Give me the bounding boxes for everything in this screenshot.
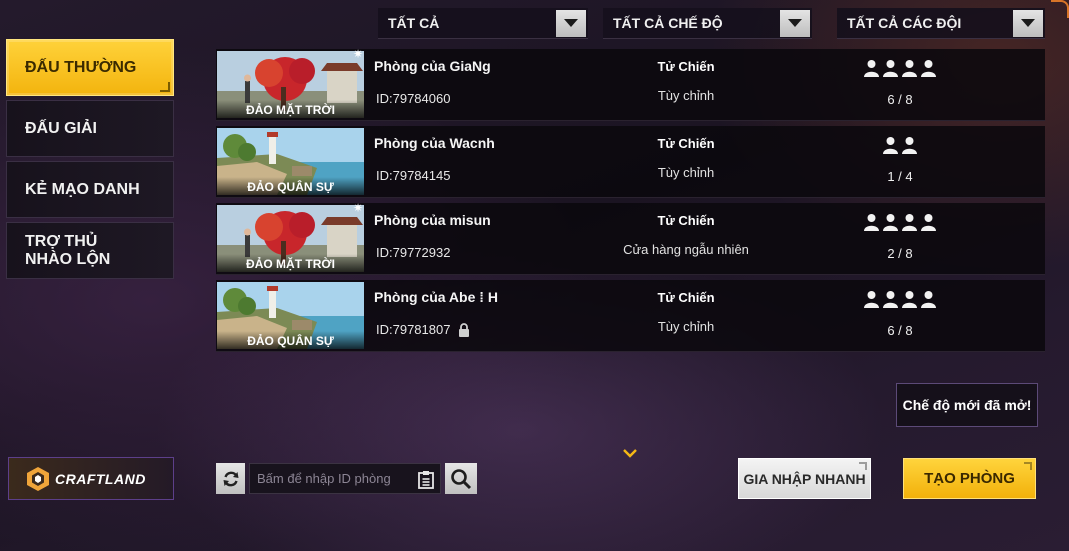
team-size-icons — [836, 136, 964, 154]
map-name: ĐẢO QUÂN SỰ — [217, 177, 364, 195]
room-row[interactable]: ĐẢO MẶT TRỜI ✷ Phòng của misun ID:79772932 T… — [216, 201, 1045, 275]
room-name: Phòng của Abe ⁞ H — [374, 289, 498, 305]
craftland-label: CRAFTLAND — [55, 470, 146, 487]
map-name: ĐẢO QUÂN SỰ — [217, 331, 364, 349]
filter-team-dropdown-button[interactable] — [1013, 9, 1043, 37]
room-id: ID:79784145 — [376, 168, 450, 183]
quick-join-label: GIA NHẬP NHANH — [743, 470, 866, 487]
room-submode: Tùy chỉnh — [657, 165, 715, 180]
room-mode: Tử Chiến — [657, 213, 715, 228]
player-icon — [883, 60, 898, 77]
map-name: ĐẢO MẶT TRỜI — [217, 254, 364, 272]
player-icon — [921, 291, 936, 308]
room-id-text: ID:79781807 — [376, 322, 451, 337]
room-mode: Tử Chiến — [657, 59, 715, 74]
toast-text: Chế độ mới đã mở! — [902, 397, 1032, 413]
player-icon — [921, 60, 936, 77]
clipboard-paste-icon[interactable] — [418, 470, 434, 489]
create-room-button[interactable]: TẠO PHÒNG — [903, 458, 1036, 499]
filter-mode-label: TẤT CẢ CHẾ ĐỘ — [613, 15, 723, 31]
sidebar-item-label: ĐẤU THƯỜNG — [25, 58, 137, 76]
chevron-down-icon — [564, 19, 578, 27]
player-icon — [864, 214, 879, 231]
search-icon — [451, 468, 472, 489]
room-name: Phòng của misun — [374, 212, 491, 228]
room-submode: Tùy chỉnh — [657, 88, 715, 103]
sparkle-icon: ✷ — [353, 47, 364, 61]
room-mode: Tử Chiến — [657, 290, 715, 305]
corner-notch-icon — [859, 462, 867, 470]
quick-join-button[interactable]: GIA NHẬP NHANH — [738, 458, 871, 499]
chevron-down-icon — [1021, 19, 1035, 27]
filter-team-label: TẤT CẢ CÁC ĐỘI — [847, 15, 962, 31]
room-name: Phòng của Wacnh — [374, 135, 495, 151]
room-row[interactable]: ĐẢO QUÂN SỰ Phòng của Wacnh ID:79784145 Tử … — [216, 126, 1045, 198]
sidebar-item-ke-mao-danh[interactable]: KẺ MẠO DANH — [6, 161, 174, 218]
room-submode: Tùy chỉnh — [657, 319, 715, 334]
sidebar-item-dau-giai[interactable]: ĐẤU GIẢI — [6, 100, 174, 157]
sidebar-item-tro-thu-nhao-lon[interactable]: TRỢ THỦ NHÀO LỘN — [6, 222, 174, 279]
map-name: ĐẢO MẶT TRỜI — [217, 100, 364, 118]
team-size-icons — [836, 290, 964, 308]
filter-team[interactable]: TẤT CẢ CÁC ĐỘI — [837, 8, 1045, 39]
map-thumbnail: ĐẢO QUÂN SỰ — [217, 282, 364, 349]
room-id-input[interactable] — [257, 471, 407, 486]
craftland-logo-icon — [27, 466, 49, 491]
player-icon — [883, 137, 898, 154]
map-thumbnail: ĐẢO MẶT TRỜI — [217, 51, 364, 118]
map-thumbnail: ĐẢO QUÂN SỰ — [217, 128, 364, 195]
sidebar-item-dau-thuong[interactable]: ĐẤU THƯỜNG — [6, 39, 174, 96]
room-id-search-field[interactable] — [249, 463, 441, 494]
filter-mode-dropdown-button[interactable] — [780, 9, 810, 37]
search-button[interactable] — [445, 463, 477, 494]
player-icon — [883, 291, 898, 308]
room-id-text: ID:79784145 — [376, 168, 451, 183]
player-count: 6 / 8 — [887, 92, 913, 107]
player-icon — [902, 60, 917, 77]
room-row[interactable]: ĐẢO MẶT TRỜI ✷ Phòng của GiaNg ID:79784060 T… — [216, 47, 1045, 121]
room-name: Phòng của GiaNg — [374, 58, 491, 74]
chevron-down-icon — [788, 19, 802, 27]
filter-mode[interactable]: TẤT CẢ CHẾ ĐỘ — [603, 8, 812, 39]
team-size-icons — [836, 59, 964, 77]
filter-all[interactable]: TẤT CẢ — [378, 8, 588, 39]
player-icon — [902, 291, 917, 308]
player-count: 2 / 8 — [887, 246, 913, 261]
sidebar-item-label: TRỢ THỦ NHÀO LỘN — [25, 232, 111, 268]
sparkle-icon: ✷ — [353, 201, 364, 215]
sidebar-item-label: ĐẤU GIẢI — [25, 119, 97, 137]
room-id: ID:79784060 — [376, 91, 450, 106]
corner-glow-decoration — [1051, 0, 1069, 18]
room-mode: Tử Chiến — [657, 136, 715, 151]
sidebar-item-label: KẺ MẠO DANH — [25, 180, 140, 198]
player-icon — [902, 214, 917, 231]
player-icon — [883, 214, 898, 231]
corner-notch-icon — [160, 82, 170, 92]
create-room-label: TẠO PHÒNG — [924, 470, 1015, 487]
player-icon — [921, 214, 936, 231]
room-id-text: ID:79772932 — [376, 245, 451, 260]
lock-icon — [459, 322, 470, 337]
player-icon — [902, 137, 917, 154]
new-mode-toast: Chế độ mới đã mở! — [896, 383, 1038, 427]
room-id: ID:79781807 — [376, 322, 470, 337]
room-row[interactable]: ĐẢO QUÂN SỰ Phòng của Abe ⁞ H ID:79781807 T… — [216, 280, 1045, 352]
player-count: 1 / 4 — [887, 169, 913, 184]
refresh-button[interactable] — [216, 463, 245, 494]
room-submode: Cửa hàng ngẫu nhiên — [623, 242, 749, 257]
player-icon — [864, 60, 879, 77]
filter-all-dropdown-button[interactable] — [556, 9, 586, 37]
scroll-down-chevron-icon[interactable] — [622, 448, 638, 458]
filter-all-label: TẤT CẢ — [388, 15, 440, 31]
craftland-button[interactable]: CRAFTLAND — [8, 457, 174, 500]
room-id: ID:79772932 — [376, 245, 450, 260]
player-icon — [864, 291, 879, 308]
player-count: 6 / 8 — [887, 323, 913, 338]
corner-notch-icon — [1024, 462, 1032, 470]
refresh-icon — [223, 471, 238, 486]
team-size-icons — [836, 213, 964, 231]
map-thumbnail: ĐẢO MẶT TRỜI — [217, 205, 364, 272]
room-id-text: ID:79784060 — [376, 91, 451, 106]
